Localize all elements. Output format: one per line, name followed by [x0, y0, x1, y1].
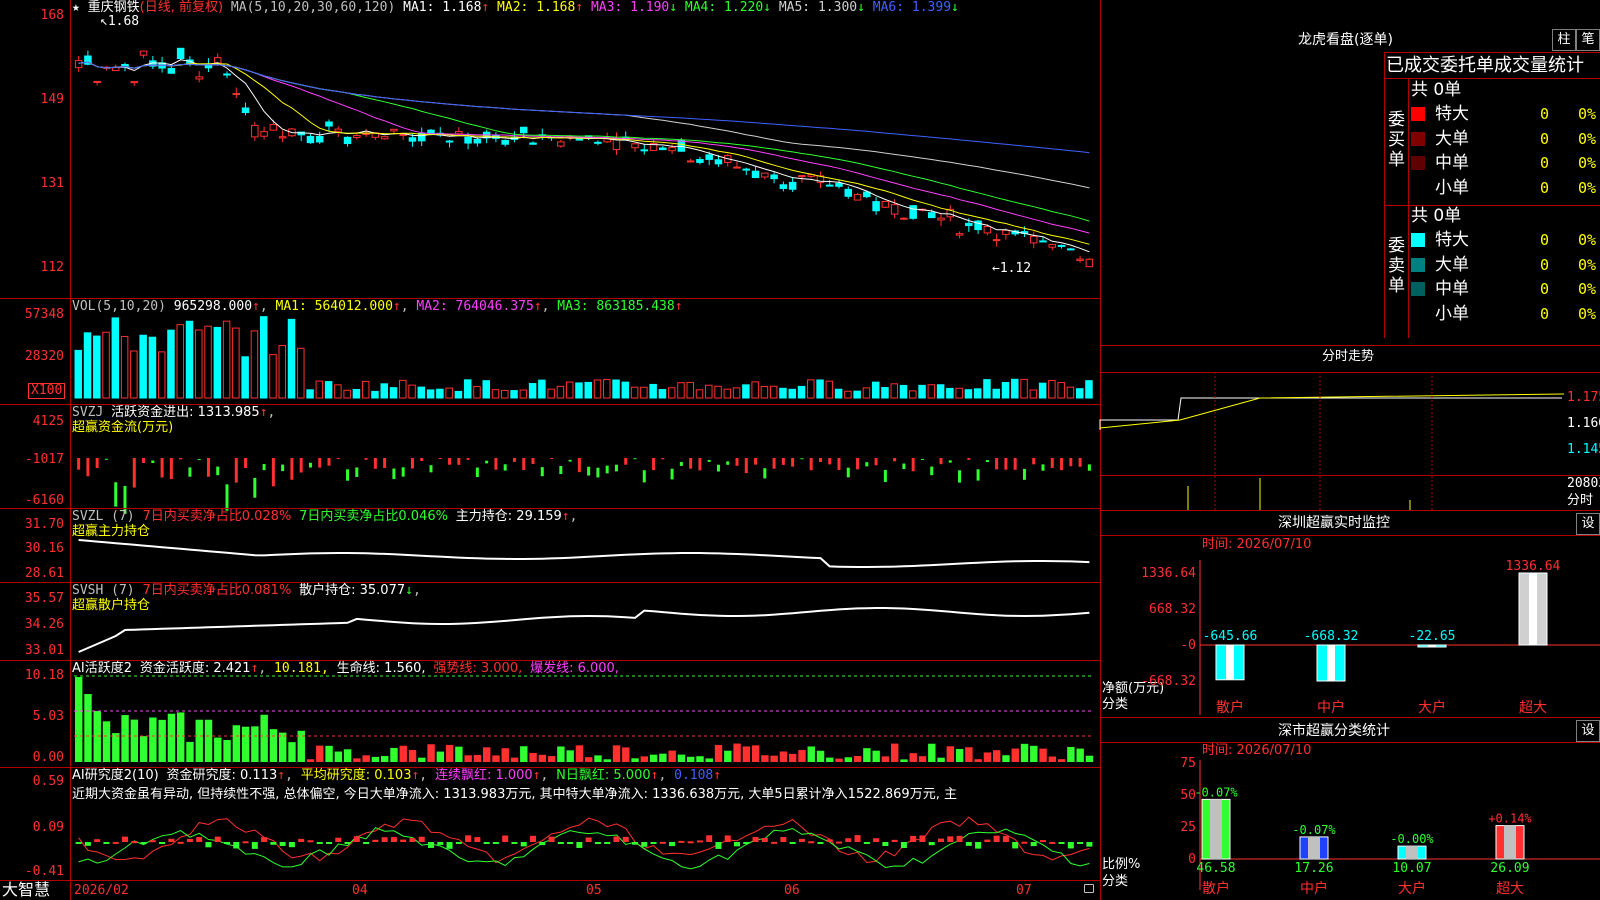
- monitor-value-label: -22.65: [1409, 629, 1456, 644]
- monitor-y-tick: -0: [1180, 638, 1196, 653]
- monitor-bar: [1518, 572, 1548, 646]
- stats-category: 大户: [1398, 880, 1426, 897]
- monitor-category: 中户: [1317, 699, 1345, 716]
- stats-bar: [1397, 845, 1427, 860]
- stats-value-label: 17.26: [1294, 861, 1333, 876]
- stats-value-label: 10.07: [1392, 861, 1431, 876]
- monitor-y-tick: -668.32: [1141, 674, 1196, 689]
- stats-change-label: +0.14%: [1488, 812, 1532, 826]
- monitor-value-label: -668.32: [1304, 629, 1359, 644]
- monitor-bar: [1316, 644, 1346, 682]
- intraday-avg-line: [1099, 393, 1565, 429]
- stats-bar: [1495, 825, 1525, 860]
- stats-y-tick: 25: [1180, 820, 1196, 835]
- stats-bar: [1201, 798, 1231, 860]
- monitor-bar: [1215, 644, 1245, 681]
- stats-category: 超大: [1496, 881, 1524, 897]
- monitor-value-label: 1336.64: [1506, 559, 1561, 574]
- stats-value-label: 26.09: [1490, 861, 1529, 876]
- monitor-y-tick: 1336.64: [1141, 566, 1196, 581]
- stats-category: 散户: [1202, 880, 1230, 897]
- stats-category: 中户: [1300, 880, 1328, 897]
- right-charts-canvas: 1336.64 668.32 -0 -668.32 -645.66 散户 -668.32 中户…: [1099, 372, 1600, 897]
- stats-value-label: 46.58: [1196, 861, 1235, 876]
- monitor-category: 超大: [1519, 700, 1547, 716]
- monitor-y-tick: 668.32: [1149, 602, 1196, 617]
- stats-change-label: -0.00%: [1390, 832, 1434, 846]
- stats-change-label: -0.07%: [1292, 823, 1336, 837]
- monitor-bar: [1417, 644, 1447, 648]
- monitor-category: 散户: [1216, 699, 1244, 716]
- stats-change-label: -0.07%: [1194, 785, 1238, 799]
- intraday-price-line: [1099, 397, 1562, 430]
- stats-y-tick: 75: [1180, 756, 1196, 771]
- monitor-category: 大户: [1418, 699, 1446, 716]
- monitor-value-label: -645.66: [1203, 629, 1258, 644]
- stats-y-tick: 0: [1188, 852, 1196, 867]
- stats-bar: [1299, 836, 1329, 860]
